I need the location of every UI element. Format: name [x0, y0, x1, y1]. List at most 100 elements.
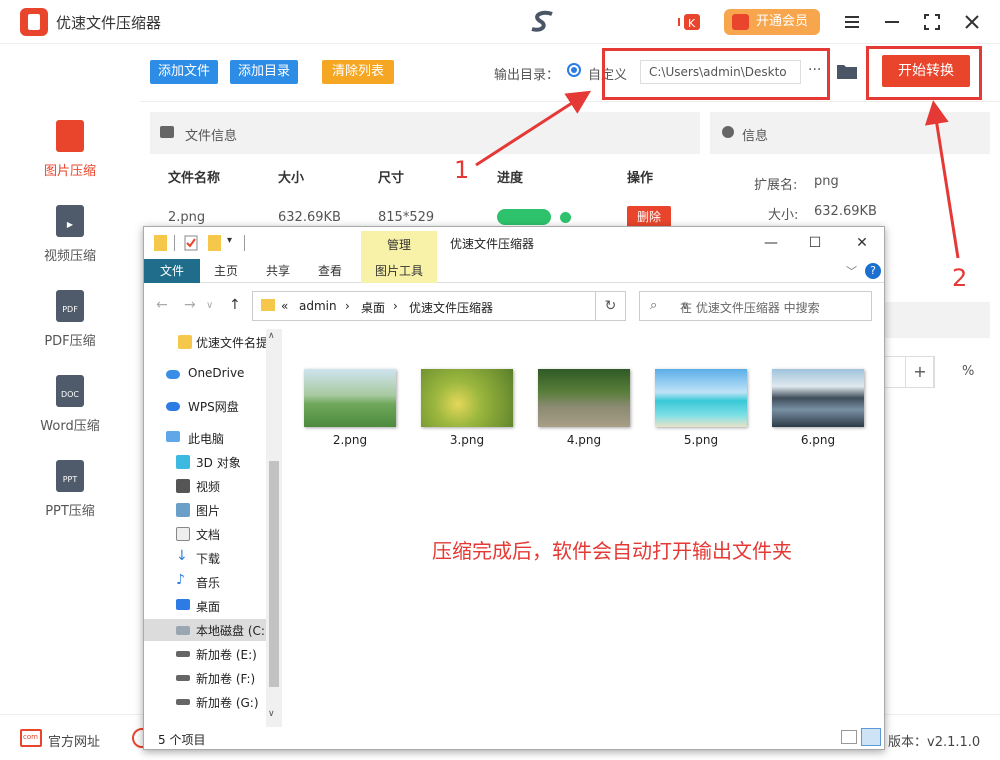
open-folder-icon[interactable]: [836, 62, 858, 80]
breadcrumb-desktop[interactable]: 桌面: [361, 299, 385, 316]
tree-item[interactable]: 图片: [144, 499, 266, 521]
tree-item-label: 新加卷 (G:): [196, 696, 259, 710]
sidebar: 图片压缩 ▶ 视频压缩 PDF PDF压缩 DOC Word压缩 PPT PPT…: [0, 44, 140, 714]
tree-item[interactable]: 新加卷 (E:): [144, 643, 266, 665]
version-label: 版本：v2.1.1.0: [888, 735, 981, 750]
breadcrumb-admin[interactable]: admin: [299, 299, 337, 313]
sidebar-item-image[interactable]: 图片压缩: [0, 120, 140, 200]
video-folder-icon: [176, 479, 190, 493]
sidebar-item-ppt[interactable]: PPT PPT压缩: [0, 460, 140, 540]
up-arrow-icon[interactable]: ↑: [229, 297, 241, 313]
sidebar-item-label: Word压缩: [40, 419, 100, 434]
image-icon: [160, 126, 174, 138]
scrollbar-thumb[interactable]: [269, 461, 279, 687]
forward-arrow-icon[interactable]: →: [184, 297, 196, 313]
file-thumbnail[interactable]: 2.png: [304, 369, 396, 461]
sidebar-item-word[interactable]: DOC Word压缩: [0, 375, 140, 455]
tree-item[interactable]: ♪ 音乐: [144, 571, 266, 593]
folder-icon: [261, 299, 275, 311]
tree-scrollbar[interactable]: ∧ ∨: [266, 329, 282, 727]
file-thumbnail[interactable]: 4.png: [538, 369, 630, 461]
file-dims-cell: 815*529: [378, 210, 435, 225]
search-input[interactable]: ⌕ 在 优速文件压缩器 中搜索: [639, 291, 872, 321]
tree-item[interactable]: 此电脑: [144, 427, 266, 449]
image-file-icon: [56, 120, 84, 152]
delete-button[interactable]: 删除: [627, 206, 671, 228]
tree-item[interactable]: 新加卷 (F:): [144, 667, 266, 689]
menu-icon[interactable]: [840, 10, 864, 34]
breadcrumb-separator[interactable]: ›: [393, 299, 398, 313]
tab-picture-tools[interactable]: 图片工具: [361, 259, 437, 283]
tree-item-selected[interactable]: 本地磁盘 (C:: [144, 619, 266, 641]
official-site-link[interactable]: 官方网址: [48, 731, 100, 750]
address-bar[interactable]: « admin › 桌面 › 优速文件压缩器 ∨: [252, 291, 689, 321]
explorer-ribbon-tabs: 文件 主页 共享 查看 图片工具 ﹀ ?: [144, 259, 884, 283]
tab-share[interactable]: 共享: [258, 259, 298, 283]
tab-file[interactable]: 文件: [144, 259, 200, 283]
music-folder-icon: ♪: [176, 572, 185, 588]
add-directory-button[interactable]: 添加目录: [230, 60, 298, 84]
refresh-icon[interactable]: ↻: [596, 291, 626, 321]
sidebar-item-pdf[interactable]: PDF PDF压缩: [0, 290, 140, 370]
website-icon[interactable]: [20, 729, 42, 747]
close-icon[interactable]: [960, 10, 984, 34]
sidebar-item-label: PPT压缩: [45, 504, 95, 519]
video-file-icon: ▶: [56, 205, 84, 237]
back-arrow-icon[interactable]: ←: [156, 297, 168, 313]
tree-item[interactable]: ↓ 下载: [144, 547, 266, 569]
recent-dropdown-icon[interactable]: ∨: [206, 300, 213, 311]
add-file-button[interactable]: 添加文件: [150, 60, 218, 84]
tree-item[interactable]: 文档: [144, 523, 266, 545]
pictures-folder-icon: [176, 503, 190, 517]
explorer-maximize-icon[interactable]: ☐: [805, 235, 825, 251]
explorer-close-icon[interactable]: ✕: [852, 235, 872, 251]
file-name: 6.png: [800, 433, 836, 447]
quick-access-dropdown-icon[interactable]: ▾: [227, 235, 239, 251]
output-dir-label: 输出目录：: [494, 68, 560, 83]
file-thumbnail[interactable]: 5.png: [655, 369, 747, 461]
tree-item-label: 优速文件名提: [196, 336, 266, 350]
tree-item-label: 此电脑: [188, 432, 225, 446]
help-icon[interactable]: ?: [865, 263, 881, 279]
tree-item[interactable]: WPS网盘: [144, 395, 266, 417]
drive-icon: [176, 699, 190, 705]
search-icon: ⌕: [650, 298, 658, 313]
increase-button[interactable]: +: [905, 356, 935, 388]
ribbon-expand-icon[interactable]: ﹀: [846, 263, 857, 279]
file-thumbnail[interactable]: 3.png: [421, 369, 513, 461]
large-icons-view-icon[interactable]: [861, 728, 881, 746]
explorer-minimize-icon[interactable]: —: [761, 235, 781, 251]
breadcrumb-current[interactable]: 优速文件压缩器: [409, 299, 493, 316]
details-view-icon[interactable]: [841, 730, 857, 744]
tree-item[interactable]: 新加卷 (G:): [144, 691, 266, 713]
tree-item[interactable]: OneDrive: [144, 363, 266, 385]
tab-view[interactable]: 查看: [310, 259, 350, 283]
new-folder-icon[interactable]: [208, 235, 221, 251]
vip-button[interactable]: 开通会员: [724, 9, 820, 35]
annotation-number-1: 1: [454, 156, 470, 184]
file-thumbnail[interactable]: 6.png: [772, 369, 864, 461]
tree-item[interactable]: 3D 对象: [144, 451, 266, 473]
sidebar-item-video[interactable]: ▶ 视频压缩: [0, 205, 140, 285]
maximize-icon[interactable]: [920, 10, 944, 34]
vip-badge-icon[interactable]: K: [678, 12, 702, 32]
tab-home[interactable]: 主页: [206, 259, 246, 283]
breadcrumb-overflow[interactable]: «: [281, 299, 288, 313]
tab-manage[interactable]: 管理: [361, 231, 437, 259]
wps-cloud-icon: [166, 402, 180, 411]
vip-logo-icon: [732, 14, 749, 30]
tree-item[interactable]: 桌面: [144, 595, 266, 617]
scroll-down-icon[interactable]: ∨: [268, 709, 275, 719]
properties-icon[interactable]: [184, 235, 198, 251]
explorer-titlebar: ▾ 管理 优速文件压缩器 — ☐ ✕: [144, 227, 884, 259]
custom-dir-radio[interactable]: [567, 63, 581, 77]
ext-label: 扩展名:: [754, 178, 798, 193]
tree-item[interactable]: 视频: [144, 475, 266, 497]
tree-item-label: OneDrive: [188, 366, 245, 380]
tree-item-label: 新加卷 (E:): [196, 648, 257, 662]
minimize-icon[interactable]: [880, 10, 904, 34]
scroll-up-icon[interactable]: ∧: [268, 331, 275, 341]
breadcrumb-separator[interactable]: ›: [345, 299, 350, 313]
clear-list-button[interactable]: 清除列表: [322, 60, 394, 84]
tree-item[interactable]: 优速文件名提: [144, 331, 266, 353]
